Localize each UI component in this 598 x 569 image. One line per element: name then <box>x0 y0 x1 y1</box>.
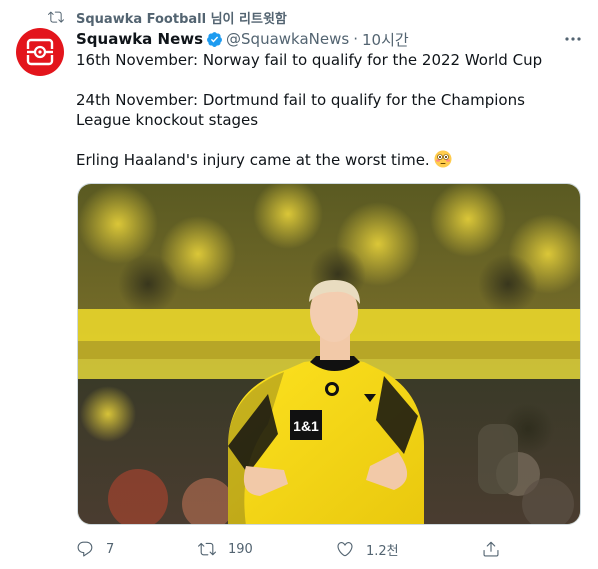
retweet-context-label[interactable]: Squawka Football 님이 리트윗함 <box>76 8 287 27</box>
like-icon <box>337 542 353 557</box>
retweet-context[interactable]: Squawka Football 님이 리트윗함 <box>48 8 287 27</box>
tweet-line-3-text: Erling Haaland's injury came at the wors… <box>76 151 430 169</box>
avatar[interactable] <box>16 28 64 76</box>
share-icon <box>483 541 499 557</box>
more-icon <box>565 37 581 41</box>
separator-dot: · <box>353 30 358 48</box>
tweet-timestamp[interactable]: 10시간 <box>362 29 409 50</box>
flushed-face-emoji <box>434 150 452 168</box>
retweet-icon <box>198 542 216 556</box>
squawka-logo-icon <box>25 38 55 66</box>
like-button[interactable]: 1.2천 <box>336 540 399 559</box>
tweet-actions: 7 190 1.2천 <box>76 538 506 560</box>
tweet-image[interactable]: 1&1 <box>77 183 581 525</box>
retweet-icon <box>48 11 64 23</box>
reply-icon <box>77 541 93 557</box>
reply-count: 7 <box>106 541 115 557</box>
like-count: 1.2천 <box>366 543 399 559</box>
verified-icon <box>207 31 222 47</box>
tweet-line-2: 24th November: Dortmund fail to qualify … <box>76 91 525 129</box>
author-name[interactable]: Squawka News <box>76 30 203 48</box>
retweet-button[interactable]: 190 <box>198 540 253 558</box>
tweet-card[interactable]: Squawka Football 님이 리트윗함 Squawka News @S… <box>0 0 598 569</box>
tweet-text: 16th November: Norway fail to qualify fo… <box>76 50 581 170</box>
author-handle[interactable]: @SquawkaNews <box>226 30 349 48</box>
tweet-line-3: Erling Haaland's injury came at the wors… <box>76 150 581 170</box>
reply-button[interactable]: 7 <box>76 540 114 558</box>
retweet-count: 190 <box>228 541 253 557</box>
tweet-header: Squawka News @SquawkaNews · 10시간 <box>76 29 409 49</box>
more-options-button[interactable] <box>562 29 584 49</box>
shirt-sponsor-text: 1&1 <box>293 418 319 434</box>
tweet-line-1: 16th November: Norway fail to qualify fo… <box>76 51 543 69</box>
share-button[interactable] <box>482 540 500 558</box>
player-photo: 1&1 <box>78 184 580 524</box>
